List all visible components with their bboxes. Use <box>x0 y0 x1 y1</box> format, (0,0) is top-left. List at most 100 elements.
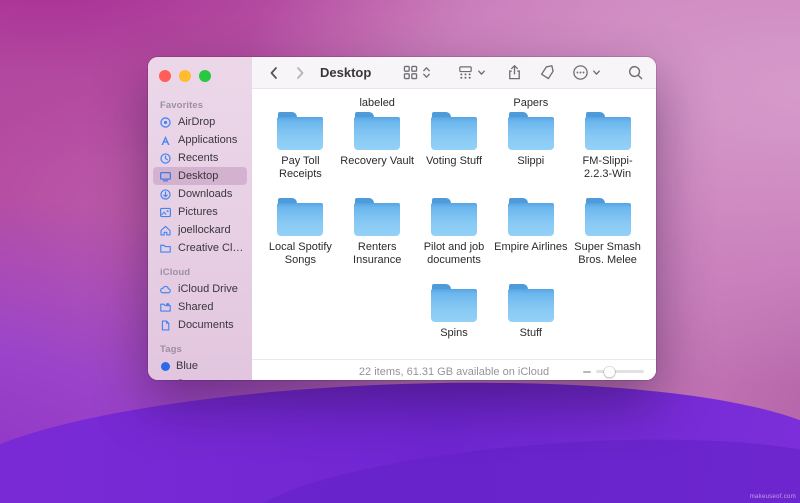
sidebar-item-desktop[interactable]: Desktop <box>153 167 247 185</box>
sidebar-item-label: Shared <box>178 301 214 313</box>
folder-icon <box>354 198 401 236</box>
folder-label: Slippi <box>517 155 545 167</box>
minus-icon <box>583 370 591 373</box>
sidebar-item-pictures[interactable]: Pictures <box>153 203 247 221</box>
sidebar-item-applications[interactable]: Applications <box>153 131 247 149</box>
folder-tile[interactable]: Renters Insurance <box>339 193 416 279</box>
share-icon <box>509 65 520 80</box>
sidebar-item-shared[interactable]: Shared <box>153 298 247 316</box>
more-icon <box>573 65 588 80</box>
forward-icon <box>297 66 304 79</box>
group-by-icon <box>459 66 472 79</box>
sidebar-item-documents[interactable]: Documents <box>153 316 247 334</box>
folder-label: Recovery Vault <box>340 155 415 167</box>
sidebar-header-icloud: iCloud <box>160 267 191 278</box>
folder-tile[interactable]: Super Smash Bros. Melee <box>569 193 646 279</box>
sidebar-item-downloads[interactable]: Downloads <box>153 185 247 203</box>
sidebar-item-label: Recents <box>178 152 219 164</box>
folder-label: Local Spotify Songs <box>268 241 332 266</box>
finder-window: Favorites AirDrop Applications Recents D… <box>148 57 656 380</box>
sidebar-item-creative-cloud[interactable]: Creative Cloud... <box>153 239 247 257</box>
folder-tile[interactable]: Stuff <box>492 279 569 359</box>
folder-tile[interactable]: Slippi <box>492 107 569 193</box>
close-button[interactable] <box>159 70 171 82</box>
folder-icon <box>430 112 477 150</box>
downloads-icon <box>160 188 171 200</box>
sidebar-item-label: Creative Cloud... <box>178 242 247 254</box>
folder-label: Pay Toll Receipts <box>279 155 322 180</box>
home-icon <box>160 225 171 236</box>
zoom-button[interactable] <box>199 70 211 82</box>
forward-button[interactable] <box>290 63 310 83</box>
folder-icon <box>584 112 631 150</box>
folder-icon <box>430 284 477 322</box>
folder-icon <box>507 112 554 150</box>
sidebar-item-label: Documents <box>178 319 234 331</box>
recents-icon <box>160 152 171 164</box>
sidebar-item-label: Blue <box>176 360 199 372</box>
chevron-down-icon <box>478 70 485 75</box>
folder-tile[interactable]: Empire Airlines <box>492 193 569 279</box>
sidebar-item-home[interactable]: joellockard <box>153 221 247 239</box>
folder-tile[interactable]: Voting Stuff <box>416 107 493 193</box>
chevron-down-icon <box>593 70 600 75</box>
folder-icon <box>430 198 477 236</box>
sidebar-item-label: Pictures <box>178 206 218 218</box>
icon-size-slider[interactable] <box>583 366 644 377</box>
sidebar-header-tags: Tags <box>160 344 182 355</box>
sidebar-item-label: Downloads <box>178 188 233 200</box>
folder-label: FM-Slippi-2.2.3-Win <box>582 155 633 180</box>
sidebar-item-tag-gray[interactable]: Gray <box>153 375 247 380</box>
folder-tile[interactable]: Spins <box>416 279 493 359</box>
finder-content: Desktop labeled Papers Pay Toll Receipts… <box>252 57 656 380</box>
finder-sidebar: Favorites AirDrop Applications Recents D… <box>148 57 252 380</box>
sidebar-item-airdrop[interactable]: AirDrop <box>153 113 247 131</box>
sidebar-item-label: iCloud Drive <box>178 283 238 295</box>
folder-tile[interactable]: Pay Toll Receipts <box>262 107 339 193</box>
pictures-icon <box>160 207 171 217</box>
folder-icon <box>277 198 324 236</box>
document-icon <box>161 319 170 331</box>
folder-tile[interactable]: Pilot and job documents <box>416 193 493 279</box>
back-icon <box>270 66 277 79</box>
folder-icon <box>584 198 631 236</box>
folder-label: Super Smash Bros. Melee <box>574 241 641 266</box>
more-actions-button[interactable] <box>572 64 601 81</box>
sidebar-item-label: joellockard <box>178 224 231 236</box>
status-text: 22 items, 61.31 GB available on iCloud <box>358 365 550 378</box>
search-button[interactable] <box>627 64 644 81</box>
file-grid: labeled Papers Pay Toll Receipts Recover… <box>252 89 656 359</box>
desktop-icon <box>160 171 171 181</box>
folder-label: Spins <box>440 327 468 339</box>
tags-button[interactable] <box>539 64 556 81</box>
finder-toolbar: Desktop <box>252 57 656 89</box>
traffic-lights <box>148 68 252 90</box>
blue-tag-dot <box>161 361 170 371</box>
sidebar-item-icloud-drive[interactable]: iCloud Drive <box>153 280 247 298</box>
folder-icon <box>160 244 171 253</box>
applications-icon <box>161 135 170 145</box>
sidebar-header-favorites: Favorites <box>160 100 204 111</box>
tag-icon <box>540 65 554 80</box>
status-bar: 22 items, 61.31 GB available on iCloud <box>252 359 656 380</box>
folder-label: Renters Insurance <box>353 241 402 266</box>
slider-track[interactable] <box>596 366 644 377</box>
search-icon <box>628 65 643 80</box>
sidebar-item-label: Gray <box>176 378 200 380</box>
watermark: makeuseof.com <box>749 494 796 500</box>
minimize-button[interactable] <box>179 70 191 82</box>
folder-tile[interactable]: Recovery Vault <box>339 107 416 193</box>
sidebar-item-tag-blue[interactable]: Blue <box>153 357 247 375</box>
view-selector-button[interactable] <box>402 64 431 81</box>
share-button[interactable] <box>506 64 523 81</box>
back-button[interactable] <box>264 63 284 83</box>
folder-label: Empire Airlines <box>494 241 568 253</box>
folder-icon <box>354 112 401 150</box>
window-title: Desktop <box>320 65 372 80</box>
slider-knob[interactable] <box>604 366 615 377</box>
folder-tile[interactable]: Local Spotify Songs <box>262 193 339 279</box>
sidebar-item-recents[interactable]: Recents <box>153 149 247 167</box>
group-by-button[interactable] <box>457 64 486 81</box>
folder-tile[interactable]: FM-Slippi-2.2.3-Win <box>569 107 646 193</box>
sort-chevrons-icon <box>423 67 430 78</box>
